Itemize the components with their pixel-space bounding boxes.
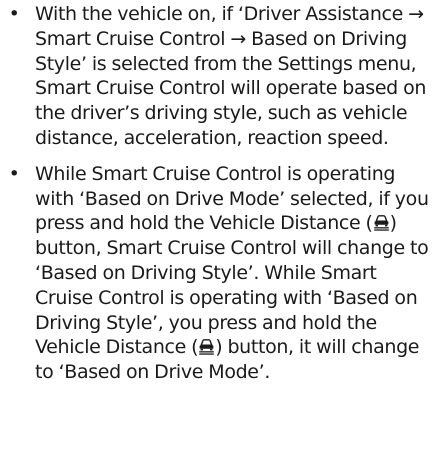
bullet-marker: •	[8, 162, 20, 185]
bullet-list: • With the vehicle on, if ‘Driver Assist…	[5, 2, 429, 385]
list-item: • While Smart Cruise Control is operatin…	[5, 162, 429, 385]
vehicle-distance-icon	[373, 213, 390, 232]
bullet-marker: •	[8, 3, 20, 25]
list-item: • With the vehicle on, if ‘Driver Assist…	[5, 2, 429, 151]
bullet-text-part: While Smart Cruise Control is operating …	[35, 162, 429, 235]
bullet-text: With the vehicle on, if ‘Driver Assistan…	[35, 3, 427, 149]
bullet-text: While Smart Cruise Control is operating …	[35, 162, 429, 385]
manual-page: • With the vehicle on, if ‘Driver Assist…	[0, 0, 435, 466]
vehicle-distance-icon	[198, 337, 215, 356]
